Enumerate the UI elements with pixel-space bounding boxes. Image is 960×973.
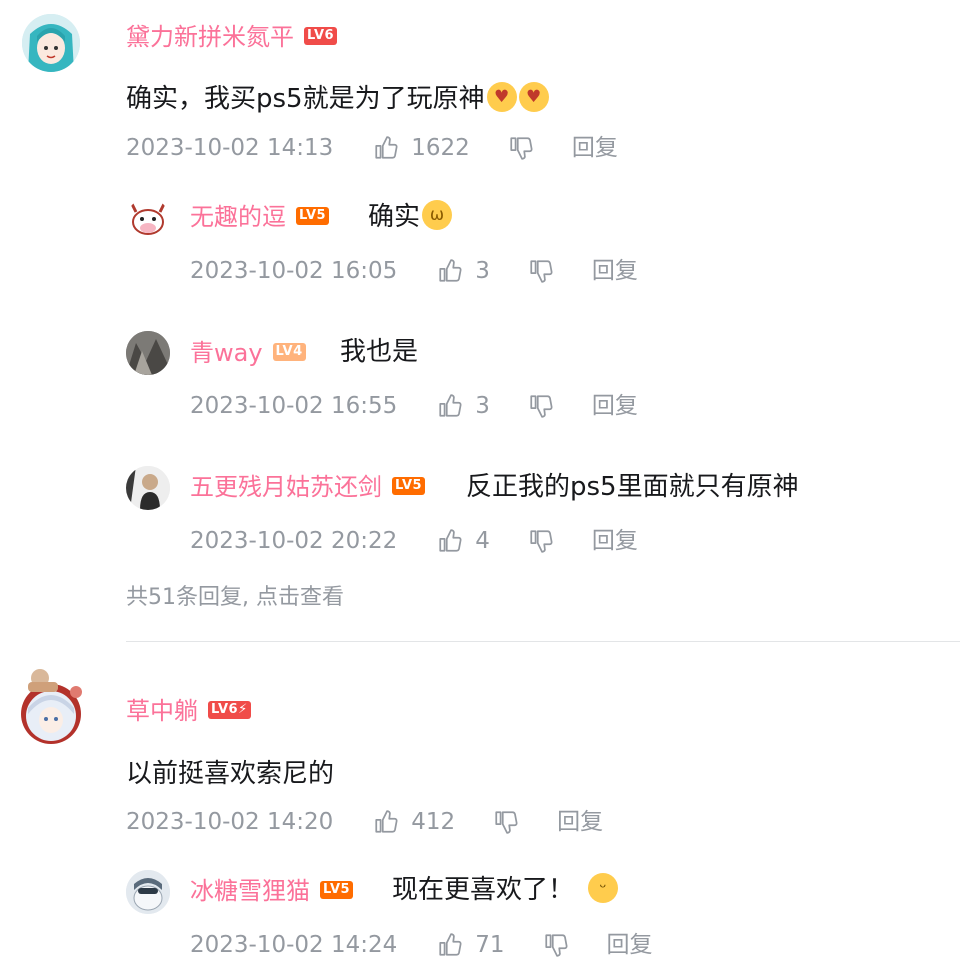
like-count: 1622 bbox=[411, 135, 470, 161]
like-button[interactable]: 3 bbox=[437, 391, 490, 421]
like-button[interactable]: 4 bbox=[437, 526, 490, 556]
comment-text-content: 确实，我买ps5就是为了玩原神 bbox=[126, 84, 485, 114]
reply-text-content: 我也是 bbox=[340, 337, 419, 367]
divider bbox=[126, 641, 960, 642]
reply-meta: 2023-10-02 14:24 71 回复 bbox=[190, 930, 653, 960]
avatar[interactable] bbox=[126, 466, 170, 510]
user-avatar-icon bbox=[126, 466, 170, 510]
level-badge: LV5 bbox=[296, 207, 330, 225]
comment-text: 以前挺喜欢索尼的 bbox=[126, 757, 334, 791]
like-button[interactable]: 1622 bbox=[373, 133, 470, 163]
reply-text: 现在更喜欢了！ ᵕ bbox=[392, 872, 619, 907]
comment-time: 2023-10-02 14:20 bbox=[126, 809, 334, 835]
reply-button[interactable]: 回复 bbox=[572, 133, 618, 163]
avatar[interactable] bbox=[14, 664, 88, 748]
reply-username[interactable]: 青way LV4 bbox=[190, 338, 306, 368]
thumbs-up-icon bbox=[439, 259, 462, 282]
like-count: 4 bbox=[475, 528, 490, 554]
dislike-button[interactable] bbox=[528, 258, 554, 284]
reply-time: 2023-10-02 20:22 bbox=[190, 528, 398, 554]
reply-meta: 2023-10-02 16:05 3 回复 bbox=[190, 256, 638, 286]
reply-meta: 2023-10-02 20:22 4 回复 bbox=[190, 526, 638, 556]
reply-button[interactable]: 回复 bbox=[557, 807, 603, 837]
reply-username[interactable]: 五更残月姑苏还剑 LV5 bbox=[190, 472, 426, 502]
username-text[interactable]: 无趣的逗 bbox=[190, 203, 286, 231]
comment-text: 确实，我买ps5就是为了玩原神 ♥ ♥ bbox=[126, 81, 549, 116]
reply-text: 反正我的ps5里面就只有原神 bbox=[466, 470, 799, 504]
username-text[interactable]: 五更残月姑苏还剑 bbox=[190, 473, 382, 501]
like-count: 3 bbox=[475, 258, 490, 284]
thumbs-up-icon bbox=[375, 136, 398, 159]
level-badge: LV6 bbox=[304, 27, 338, 45]
level-badge: LV6⚡ bbox=[208, 701, 251, 719]
thumbs-up-icon bbox=[439, 529, 462, 552]
reply-time: 2023-10-02 16:55 bbox=[190, 393, 398, 419]
comment-meta: 2023-10-02 14:13 1622 回复 bbox=[126, 133, 618, 163]
heart-eyes-emoji: ♥ bbox=[518, 81, 549, 112]
like-button[interactable]: 3 bbox=[437, 256, 490, 286]
reply-button[interactable]: 回复 bbox=[592, 256, 638, 286]
dislike-button[interactable] bbox=[528, 528, 554, 554]
avatar[interactable] bbox=[126, 870, 170, 914]
reply-text-content: 反正我的ps5里面就只有原神 bbox=[466, 472, 799, 502]
reply-button[interactable]: 回复 bbox=[607, 930, 653, 960]
comment-username[interactable]: 黛力新拼米氮平 LV6 bbox=[126, 22, 338, 52]
reply-text-content: 现在更喜欢了！ bbox=[392, 875, 575, 905]
reply-text: 我也是 bbox=[340, 335, 418, 369]
thumbs-down-icon bbox=[510, 137, 533, 160]
user-avatar-icon bbox=[22, 14, 80, 72]
level-badge: LV5 bbox=[392, 477, 426, 495]
dislike-button[interactable] bbox=[543, 932, 569, 958]
user-avatar-icon bbox=[21, 669, 82, 744]
thumbs-up-icon bbox=[439, 394, 462, 417]
thumbs-down-icon bbox=[544, 934, 568, 957]
dislike-button[interactable] bbox=[493, 809, 519, 835]
avatar[interactable] bbox=[22, 14, 80, 72]
reply-text: 确实 ω bbox=[368, 199, 453, 234]
reply-meta: 2023-10-02 16:55 3 回复 bbox=[190, 391, 638, 421]
username-text[interactable]: 黛力新拼米氮平 bbox=[126, 23, 294, 51]
like-count: 71 bbox=[475, 932, 505, 958]
user-avatar-icon bbox=[126, 870, 170, 914]
dislike-button[interactable] bbox=[508, 135, 534, 161]
avatar[interactable] bbox=[126, 198, 170, 242]
cat-emoji: ω bbox=[422, 199, 453, 230]
thumbs-down-icon bbox=[530, 530, 553, 553]
reply-text-content: 确实 bbox=[368, 202, 421, 232]
reply-time: 2023-10-02 16:05 bbox=[190, 258, 398, 284]
heart-eyes-emoji: ♥ bbox=[486, 81, 517, 112]
comment-time: 2023-10-02 14:13 bbox=[126, 135, 334, 161]
level-badge: LV4 bbox=[272, 343, 306, 361]
view-more-replies[interactable]: 共51条回复, 点击查看 bbox=[126, 583, 344, 613]
username-text[interactable]: 冰糖雪狸猫 bbox=[190, 877, 310, 905]
like-button[interactable]: 412 bbox=[373, 807, 455, 837]
cow-avatar-icon bbox=[126, 198, 170, 242]
reply-username[interactable]: 无趣的逗 LV5 bbox=[190, 202, 330, 232]
comment-meta: 2023-10-02 14:20 412 回复 bbox=[126, 807, 603, 837]
thumbs-down-icon bbox=[530, 260, 553, 283]
reply-username[interactable]: 冰糖雪狸猫 LV5 bbox=[190, 876, 354, 906]
dislike-button[interactable] bbox=[528, 393, 554, 419]
reply-button[interactable]: 回复 bbox=[592, 526, 638, 556]
thumbs-down-icon bbox=[495, 811, 518, 834]
like-count: 3 bbox=[475, 393, 490, 419]
avatar[interactable] bbox=[126, 331, 170, 375]
level-badge: LV5 bbox=[320, 881, 354, 899]
grin-emoji: ᵕ bbox=[588, 872, 619, 903]
username-text[interactable]: 草中躺 bbox=[126, 697, 198, 725]
user-avatar-icon bbox=[126, 331, 170, 375]
like-count: 412 bbox=[411, 809, 456, 835]
thumbs-up-icon bbox=[375, 810, 398, 833]
like-button[interactable]: 71 bbox=[437, 930, 505, 960]
comment-username[interactable]: 草中躺 LV6⚡ bbox=[126, 696, 251, 726]
comment-text-content: 以前挺喜欢索尼的 bbox=[126, 759, 335, 789]
thumbs-up-icon bbox=[439, 933, 462, 956]
reply-time: 2023-10-02 14:24 bbox=[190, 932, 398, 958]
username-text[interactable]: 青way bbox=[190, 339, 263, 367]
thumbs-down-icon bbox=[530, 395, 553, 418]
reply-button[interactable]: 回复 bbox=[592, 391, 638, 421]
